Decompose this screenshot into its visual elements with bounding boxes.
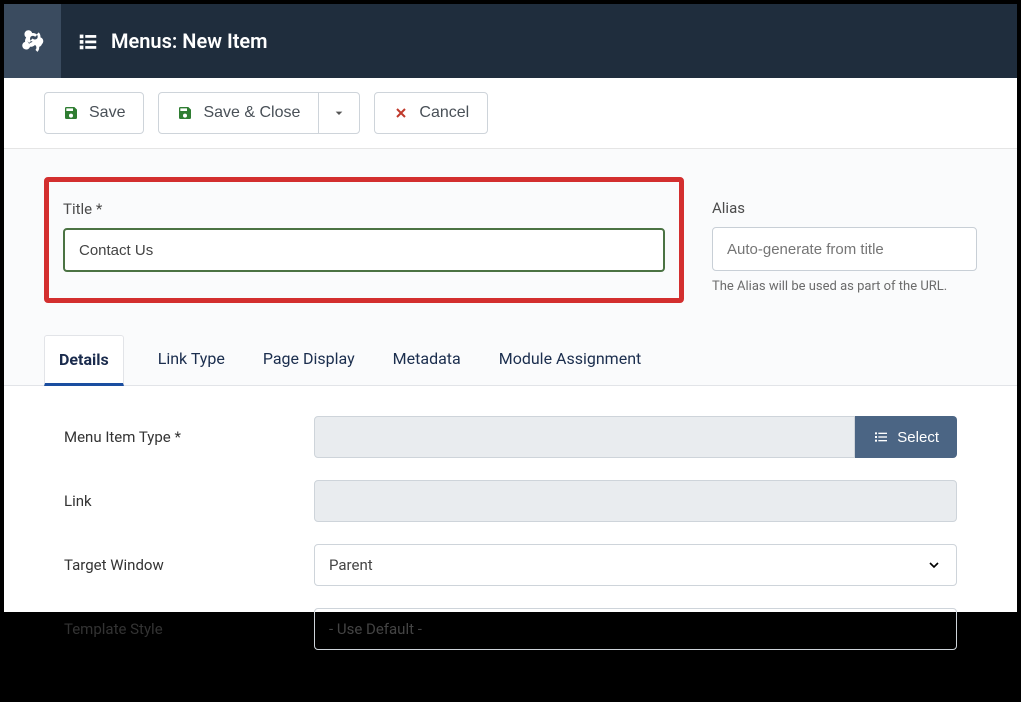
- template-style-label: Template Style: [64, 620, 314, 638]
- list-icon: [77, 30, 99, 52]
- tab-metadata[interactable]: Metadata: [389, 335, 465, 385]
- menu-item-type-field: [314, 416, 855, 458]
- save-icon: [177, 105, 193, 121]
- alias-helper: The Alias will be used as part of the UR…: [712, 279, 977, 294]
- tab-link-type[interactable]: Link Type: [154, 335, 229, 385]
- cancel-button-label: Cancel: [419, 104, 469, 122]
- save-close-group: Save & Close: [158, 92, 360, 134]
- joomla-icon: [19, 27, 47, 55]
- save-icon: [63, 105, 79, 121]
- list-icon: [873, 429, 889, 445]
- toolbar: Save Save & Close Cancel: [4, 78, 1017, 149]
- target-window-value: Parent: [329, 556, 373, 574]
- header-bar: Menus: New Item: [4, 4, 1017, 78]
- link-row: Link: [64, 480, 957, 522]
- tab-details[interactable]: Details: [44, 335, 124, 386]
- cancel-button[interactable]: Cancel: [374, 92, 488, 134]
- alias-column: Alias The Alias will be used as part of …: [712, 177, 977, 303]
- chevron-down-icon: [331, 105, 347, 121]
- template-style-value: - Use Default -: [329, 620, 422, 638]
- close-icon: [393, 105, 409, 121]
- tabs: Details Link Type Page Display Metadata …: [4, 335, 1017, 386]
- template-style-select[interactable]: - Use Default -: [314, 608, 957, 650]
- logo-tile[interactable]: [4, 4, 61, 78]
- save-close-dropdown[interactable]: [318, 92, 360, 134]
- title-label: Title *: [63, 200, 665, 218]
- chevron-down-icon: [926, 621, 942, 637]
- title-alias-row: Title * Alias The Alias will be used as …: [4, 149, 1017, 335]
- link-label: Link: [64, 492, 314, 510]
- app-frame: Menus: New Item Save Save & Close Cancel…: [0, 0, 1021, 616]
- target-window-row: Target Window Parent: [64, 544, 957, 586]
- title-input[interactable]: [63, 228, 665, 272]
- target-window-select[interactable]: Parent: [314, 544, 957, 586]
- details-panel: Menu Item Type * Select Link Target Wind…: [4, 386, 1017, 702]
- target-window-label: Target Window: [64, 556, 314, 574]
- chevron-down-icon: [926, 557, 942, 573]
- select-type-button[interactable]: Select: [855, 416, 957, 458]
- page-heading: Menus: New Item: [61, 29, 268, 53]
- save-button-label: Save: [89, 104, 125, 122]
- link-field: [314, 480, 957, 522]
- page-title: Menus: New Item: [111, 29, 268, 53]
- select-button-label: Select: [897, 429, 939, 446]
- title-highlight: Title *: [44, 177, 684, 303]
- save-close-button[interactable]: Save & Close: [158, 92, 319, 134]
- save-close-label: Save & Close: [203, 104, 300, 122]
- alias-label: Alias: [712, 199, 977, 217]
- menu-item-type-row: Menu Item Type * Select: [64, 416, 957, 458]
- tab-module-assignment[interactable]: Module Assignment: [495, 335, 646, 385]
- alias-input[interactable]: [712, 227, 977, 271]
- template-style-row: Template Style - Use Default -: [64, 608, 957, 650]
- tab-page-display[interactable]: Page Display: [259, 335, 359, 385]
- save-button[interactable]: Save: [44, 92, 144, 134]
- menu-item-type-label: Menu Item Type *: [64, 428, 314, 446]
